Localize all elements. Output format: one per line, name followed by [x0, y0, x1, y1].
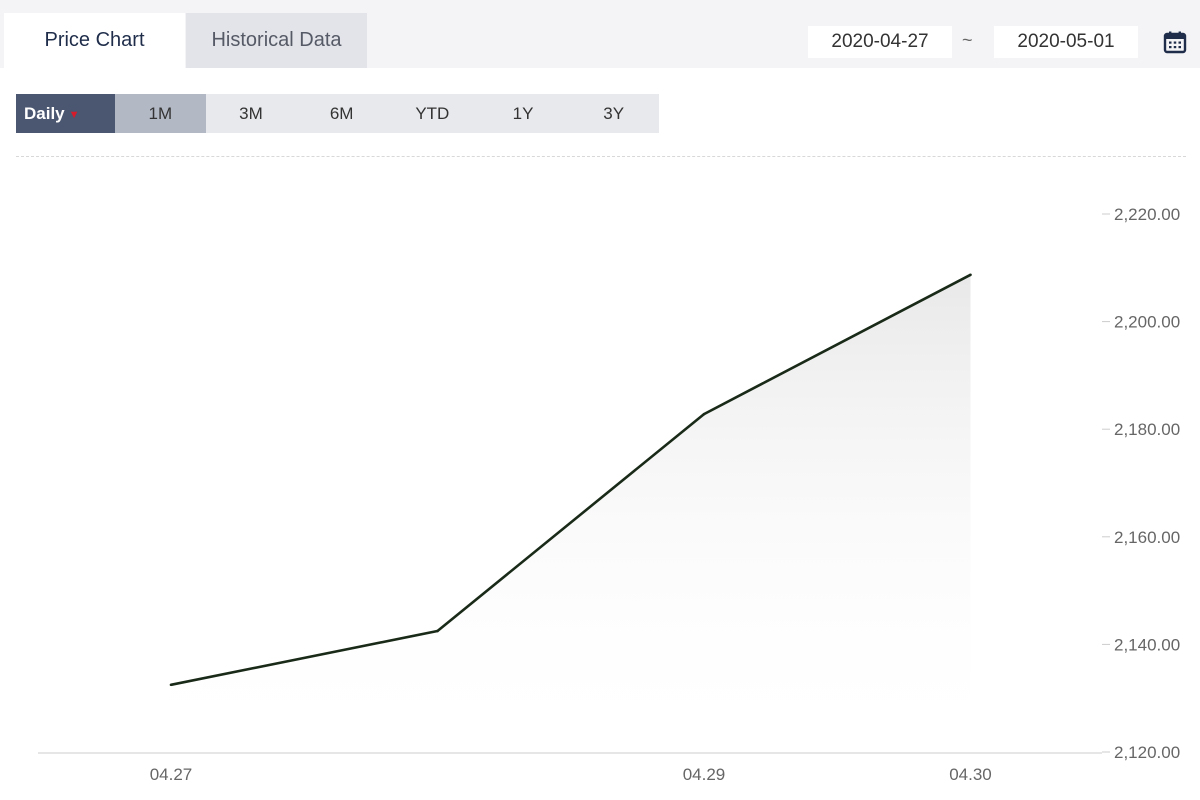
price-point-2020-04-28 — [436, 629, 439, 633]
price-area-fill — [171, 274, 971, 752]
price-point-2020-04-30 — [969, 273, 972, 277]
price-chart: 2,120.00 2,140.00 2,160.00 2,180.00 2,200.00… — [38, 205, 1180, 784]
y-tick-label: 2,140.00 — [1114, 635, 1180, 654]
x-tick-label: 04.30 — [949, 765, 992, 784]
x-tick-label: 04.27 — [150, 765, 193, 784]
y-tick-label: 2,220.00 — [1114, 205, 1180, 224]
y-tick-label: 2,120.00 — [1114, 743, 1180, 762]
y-tick-label: 2,200.00 — [1114, 313, 1180, 332]
x-tick-label: 04.29 — [683, 765, 726, 784]
price-point-2020-04-27 — [169, 683, 173, 687]
y-tick-label: 2,160.00 — [1114, 528, 1180, 547]
price-point-2020-04-29 — [702, 412, 706, 416]
y-tick-label: 2,180.00 — [1114, 420, 1180, 439]
